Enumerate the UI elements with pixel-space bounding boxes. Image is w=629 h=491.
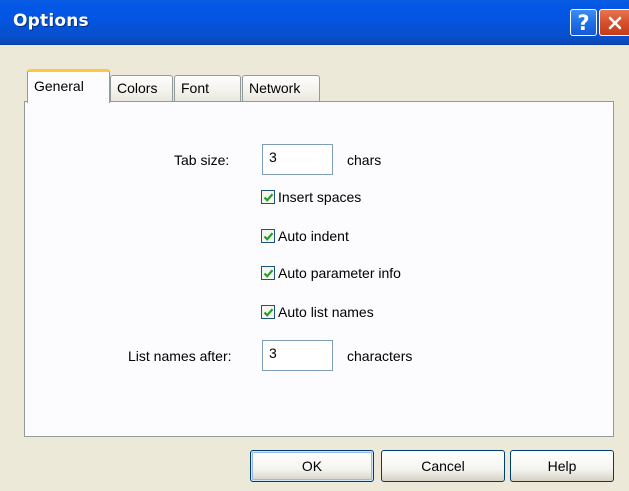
checkbox-box[interactable] — [261, 266, 275, 280]
question-mark-icon: ? — [577, 10, 590, 35]
tab-font[interactable]: Font — [174, 75, 241, 101]
tab-font-label: Font — [181, 80, 210, 96]
window-title: Options — [13, 11, 89, 31]
ok-button-label: OK — [301, 458, 323, 474]
list-names-after-unit: characters — [347, 348, 413, 364]
tab-colors-label: Colors — [117, 80, 158, 96]
checkbox-box[interactable] — [261, 305, 275, 319]
help-button[interactable]: Help — [510, 450, 614, 482]
auto-list-names-label: Auto list names — [278, 304, 374, 320]
general-tab-panel: Tab size: 3 chars Insert spaces Auto ind… — [24, 101, 614, 437]
list-names-after-label: List names after: — [128, 348, 232, 364]
checkbox-box[interactable] — [261, 229, 275, 243]
auto-indent-label: Auto indent — [278, 228, 349, 244]
title-help-button[interactable]: ? — [570, 9, 597, 36]
tab-size-input[interactable]: 3 — [262, 144, 333, 175]
auto-list-names-checkbox[interactable]: Auto list names — [261, 304, 374, 320]
checkmark-icon — [263, 231, 273, 241]
auto-parameter-info-label: Auto parameter info — [278, 265, 401, 281]
insert-spaces-checkbox[interactable]: Insert spaces — [261, 189, 361, 205]
close-x-icon — [608, 16, 621, 29]
auto-indent-checkbox[interactable]: Auto indent — [261, 228, 349, 244]
cancel-button[interactable]: Cancel — [381, 450, 505, 482]
options-dialog: Options ? General Colors Font Network Ta… — [0, 0, 629, 491]
cancel-button-label: Cancel — [421, 458, 465, 474]
tab-colors[interactable]: Colors — [110, 75, 173, 101]
tab-general[interactable]: General — [27, 69, 110, 103]
tab-size-unit: chars — [347, 152, 382, 168]
checkmark-icon — [263, 307, 273, 317]
title-bar[interactable]: Options ? — [0, 0, 629, 45]
auto-parameter-info-checkbox[interactable]: Auto parameter info — [261, 265, 401, 281]
tab-size-label: Tab size: — [174, 152, 230, 168]
help-button-label: Help — [547, 458, 577, 474]
checkmark-icon — [263, 192, 273, 202]
checkmark-icon — [263, 268, 273, 278]
checkbox-box[interactable] — [261, 190, 275, 204]
tab-general-label: General — [34, 78, 84, 94]
ok-button[interactable]: OK — [250, 450, 374, 482]
list-names-after-input[interactable]: 3 — [262, 340, 333, 371]
tab-network[interactable]: Network — [242, 75, 320, 101]
title-close-button[interactable] — [599, 9, 629, 36]
insert-spaces-label: Insert spaces — [278, 189, 362, 205]
tab-network-label: Network — [249, 80, 301, 96]
